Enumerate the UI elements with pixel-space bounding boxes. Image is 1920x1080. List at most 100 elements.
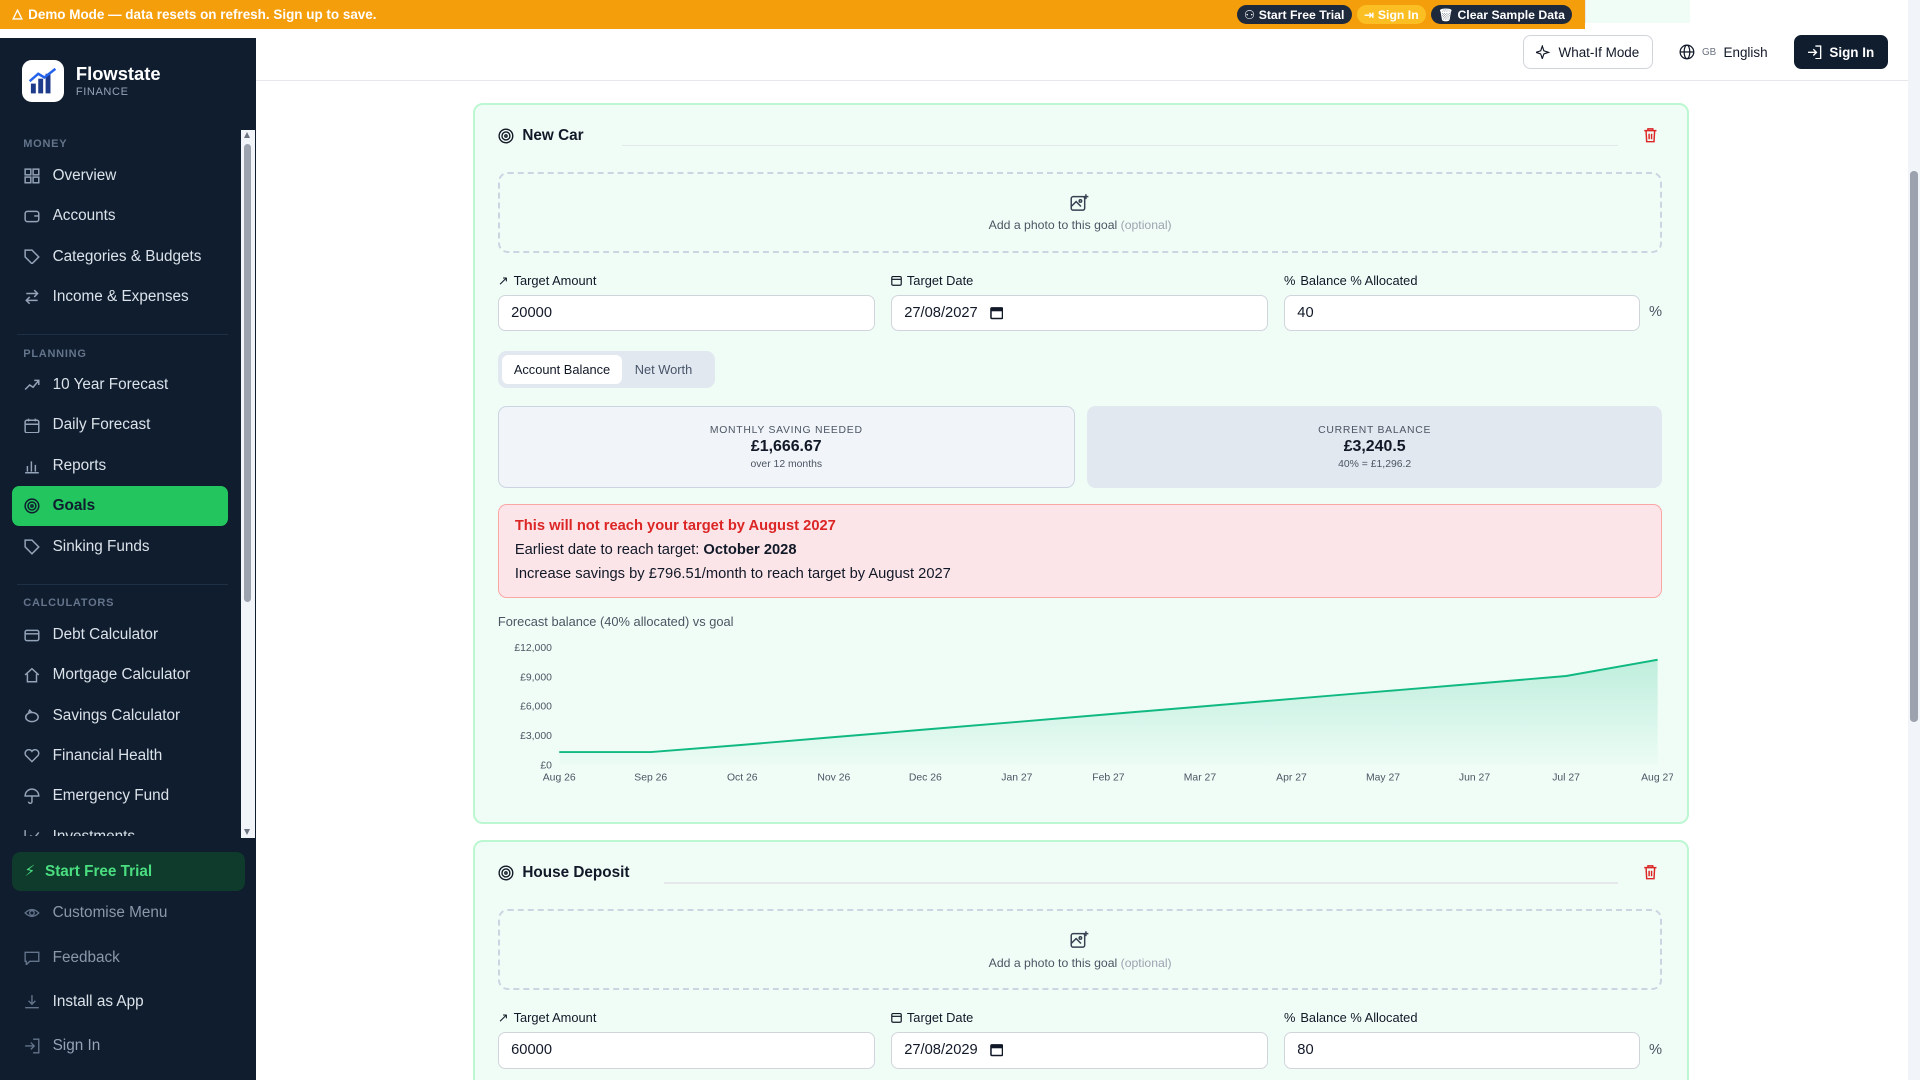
allocated-input[interactable]: 80 (1284, 1031, 1641, 1069)
sidebar-item-sinking-funds[interactable]: Sinking Funds (12, 526, 228, 566)
photo-text: Add a photo to this goal (988, 218, 1118, 233)
target-date-input[interactable]: 27/08/2029 (890, 1031, 1269, 1069)
target-amount-input[interactable]: 60000 (497, 1031, 876, 1069)
alert-increase: Increase savings by £796.51/month to rea… (514, 566, 951, 583)
sidebar-divider (17, 584, 228, 586)
sidebar-customise-menu[interactable]: Customise Menu (12, 891, 245, 935)
grid-icon (24, 168, 40, 184)
line-chart-icon (24, 830, 40, 837)
percent-suffix: % (1648, 304, 1662, 321)
goal-card-new-car: New Car Add a photo to this goal (option… (472, 102, 1689, 825)
x-tick-label: Oct 26 (727, 773, 758, 784)
top-sign-in-button[interactable]: Sign In (1793, 35, 1888, 69)
goal-title[interactable]: New Car (498, 127, 584, 145)
x-tick-label: Feb 27 (1092, 773, 1125, 784)
sidebar-bottom: ⚡ Start Free Trial Customise Menu Feedbac… (12, 852, 245, 1067)
umbrella-icon (24, 788, 40, 805)
add-photo-dropzone[interactable]: Add a photo to this goal (optional) (497, 909, 1663, 991)
sidebar-item-label: Savings Calculator (52, 706, 181, 724)
target-amount-input[interactable]: 20000 (497, 294, 876, 332)
x-tick-label: Nov 26 (817, 773, 850, 784)
sidebar-divider (17, 334, 228, 336)
target-amount-label: ↗ Target Amount (498, 273, 596, 289)
sidebar-start-trial-button[interactable]: ⚡ Start Free Trial (12, 852, 245, 892)
sidebar-item-mortgage-calculator[interactable]: Mortgage Calculator (12, 655, 228, 695)
alert-earliest-prefix: Earliest date to reach target: (514, 541, 700, 558)
scroll-up-icon[interactable] (243, 132, 250, 139)
brand-name: Flowstate (75, 62, 161, 84)
percent-suffix: % (1648, 1041, 1662, 1058)
allocated-label: % Balance % Allocated (1284, 273, 1417, 288)
target-icon (498, 865, 514, 881)
card-icon (24, 629, 40, 642)
sidebar-item-emergency-fund[interactable]: Emergency Fund (12, 776, 228, 816)
top-sign-in-label: Sign In (1829, 44, 1875, 60)
x-tick-label: Mar 27 (1184, 773, 1217, 784)
language-selector[interactable]: GB English (1679, 35, 1768, 68)
sidebar-item-savings-calculator[interactable]: Savings Calculator (12, 695, 228, 735)
arrows-icon (25, 289, 40, 305)
goal-title[interactable]: House Deposit (498, 864, 629, 882)
sidebar-install-app[interactable]: Install as App (12, 980, 245, 1024)
sidebar-scrollbar[interactable] (241, 129, 255, 838)
sidebar-item-10-year-forecast[interactable]: 10 Year Forecast (12, 365, 228, 405)
trend-icon: ↗ (497, 1009, 509, 1025)
toggle-account-balance[interactable]: Account Balance (501, 354, 623, 384)
y-tick-label: £12,000 (514, 643, 552, 654)
sidebar-item-debt-calculator[interactable]: Debt Calculator (12, 615, 228, 655)
sidebar-item-goals[interactable]: Goals (12, 486, 228, 527)
target-date-value: 27/08/2027 (904, 305, 978, 321)
add-photo-dropzone[interactable]: Add a photo to this goal (optional) (497, 172, 1663, 253)
calendar-picker-icon[interactable] (990, 306, 1004, 320)
sidebar-item-categories[interactable]: Categories & Budgets (12, 236, 228, 276)
banner-clear-data-button[interactable]: 🗑 Clear Sample Data (1430, 4, 1573, 25)
sidebar-sign-in[interactable]: Sign In (12, 1024, 245, 1068)
allocated-label-text: Balance % Allocated (1300, 1009, 1418, 1025)
what-if-mode-button[interactable]: What-If Mode (1523, 35, 1653, 69)
sidebar-item-daily-forecast[interactable]: Daily Forecast (12, 405, 228, 445)
sidebar-item-accounts[interactable]: Accounts (12, 196, 228, 236)
banner-sign-in-button[interactable]: ⇥ Sign In (1356, 4, 1427, 25)
banner-message: Demo Mode — data resets on refresh. Sign… (28, 7, 377, 23)
sidebar-item-reports[interactable]: Reports (12, 446, 228, 486)
page-scroll-thumb[interactable] (1910, 171, 1918, 723)
y-tick-label: £9,000 (520, 672, 552, 683)
sidebar-scroll-thumb[interactable] (243, 144, 251, 603)
logo-icon (22, 59, 64, 102)
allocated-input[interactable]: 40 (1284, 294, 1641, 332)
section-calculators: CALCULATORS (23, 597, 115, 610)
wallet-icon (24, 210, 40, 223)
sidebar-item-income-expenses[interactable]: Income & Expenses (12, 277, 228, 317)
sidebar-item-overview[interactable]: Overview (12, 155, 228, 195)
target-amount-label-text: Target Amount (513, 273, 597, 289)
delete-goal-icon[interactable] (1643, 127, 1658, 143)
photo-optional: (optional) (1120, 218, 1172, 233)
scroll-down-icon[interactable] (243, 829, 250, 835)
sidebar-nav: MONEY Overview Accounts Categories & Bud… (12, 129, 232, 837)
brand-sub: FINANCE (75, 85, 129, 98)
toggle-net-worth[interactable]: Net Worth (622, 355, 704, 384)
customise-label: Customise Menu (52, 904, 168, 922)
x-tick-label: Jan 27 (1001, 773, 1032, 784)
sidebar-item-financial-health[interactable]: Financial Health (12, 736, 228, 776)
bolt-icon: ⚡ (24, 863, 36, 881)
delete-goal-icon[interactable] (1643, 864, 1658, 880)
sidebar-item-label: Goals (52, 497, 96, 515)
title-underline (621, 145, 1619, 147)
monthly-saving-card: MONTHLY SAVING NEEDED £1,666.67 over 12 … (497, 406, 1075, 489)
install-label: Install as App (52, 992, 144, 1010)
sidebar-item-label: Daily Forecast (52, 416, 151, 434)
percent-icon: % (1284, 1009, 1296, 1025)
brand-logo[interactable]: Flowstate FINANCE (22, 59, 161, 102)
calendar-picker-icon[interactable] (990, 1043, 1004, 1057)
sidebar-item-label: Reports (52, 456, 107, 474)
sidebar-item-investments[interactable]: Investments (12, 817, 228, 837)
tag-icon (24, 539, 41, 555)
target-date-label-text: Target Date (906, 1009, 974, 1025)
target-amount-label-text: Target Amount (513, 1010, 597, 1026)
banner-start-trial-button[interactable]: ⚇ Start Free Trial (1236, 4, 1352, 25)
sidebar-feedback[interactable]: Feedback (12, 935, 245, 979)
target-date-input[interactable]: 27/08/2027 (890, 294, 1269, 332)
page-scrollbar[interactable] (1907, 0, 1920, 1080)
trend-icon (25, 379, 40, 391)
